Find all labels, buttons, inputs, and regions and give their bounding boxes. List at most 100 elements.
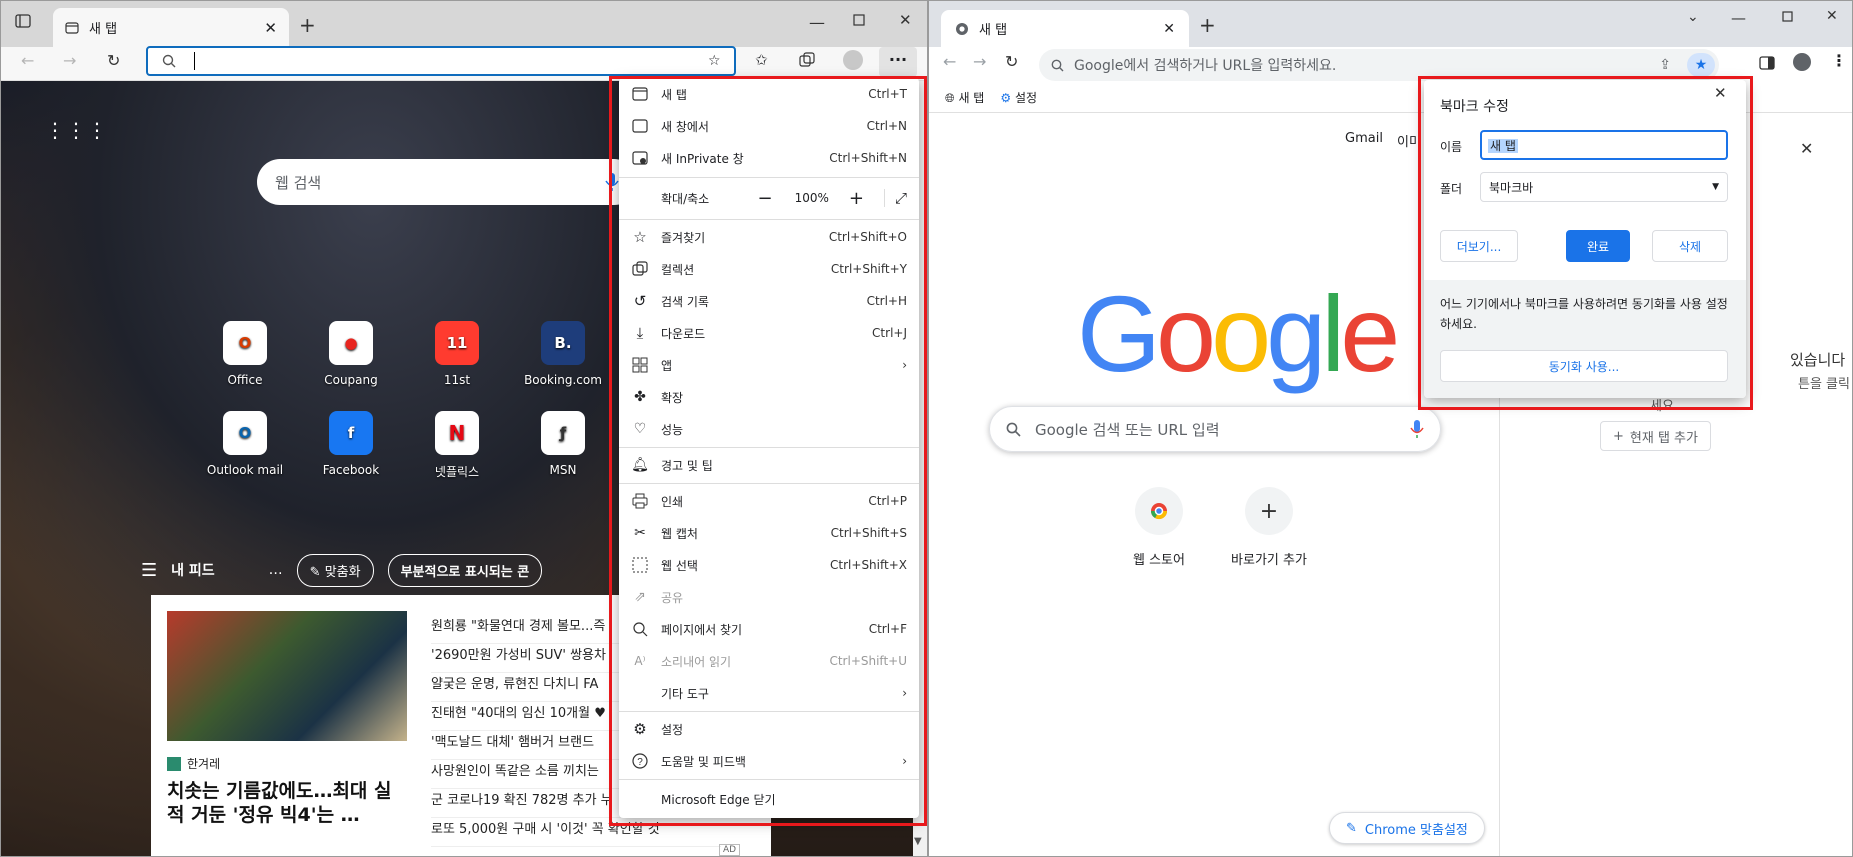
feed-title[interactable]: 내 피드 [171, 560, 215, 580]
minimize-icon[interactable]: — [809, 13, 825, 32]
tile-label: Facebook [322, 463, 380, 477]
list-item[interactable]: 진태현 "40대의 임신 10개월 ♥ [431, 702, 631, 731]
news-source: 한겨레 [167, 755, 220, 772]
forward-icon[interactable]: → [973, 52, 986, 71]
highlight-box-edge-menu [609, 76, 927, 826]
close-panel-icon[interactable]: ✕ [1800, 139, 1813, 158]
scroll-down-icon[interactable]: ▼ [914, 836, 922, 847]
tile-coupang[interactable]: ● Coupang [311, 321, 391, 387]
list-item[interactable]: '2690만원 가성비 SUV' 쌍용차 [431, 644, 631, 673]
microphone-icon[interactable] [1410, 419, 1424, 439]
more-menu-icon[interactable]: ⋮ [1831, 51, 1847, 70]
chrome-logo-icon [955, 22, 969, 36]
list-item[interactable]: 얄궂은 운명, 류현진 다치니 FA [431, 673, 631, 702]
maximize-icon[interactable] [853, 14, 865, 26]
partial-view-chip[interactable]: 부분적으로 표시되는 콘 [387, 553, 543, 587]
app-launcher-icon[interactable]: ⋮⋮⋮ [45, 120, 108, 140]
tile-label: 11st [443, 373, 471, 387]
tile-11st[interactable]: 11 11st [417, 321, 497, 387]
collections-icon[interactable] [799, 52, 815, 68]
news-list: 원희룡 "화물연대 경제 볼모...즉 '2690만원 가성비 SUV' 쌍용차… [431, 615, 721, 847]
tile-label: MSN [549, 463, 577, 477]
tile-label: Booking.com [524, 373, 602, 387]
plus-icon: + [1245, 487, 1293, 535]
bookmark-settings[interactable]: ⚙ 설정 [1000, 89, 1037, 106]
personalize-chip[interactable]: ✎ 맞춤화 [296, 553, 374, 587]
tile-office[interactable]: O Office [205, 321, 285, 387]
google-search-box[interactable]: Google 검색 또는 URL 입력 [989, 406, 1441, 452]
search-icon [1006, 422, 1021, 437]
shortcut-web-store[interactable]: 웹 스토어 [1109, 487, 1209, 568]
source-name: 한겨레 [187, 757, 221, 771]
add-current-tab-button[interactable]: + 현재 탭 추가 [1600, 421, 1711, 451]
close-window-icon[interactable]: ✕ [899, 11, 912, 29]
side-panel-icon[interactable] [1759, 55, 1775, 71]
close-tab-icon[interactable]: ✕ [1163, 21, 1175, 37]
close-tab-icon[interactable]: ✕ [264, 19, 277, 37]
pencil-icon: ✎ [1346, 820, 1357, 836]
tab-search-chevron-icon[interactable]: ⌄ [1687, 9, 1699, 25]
edge-address-bar[interactable]: ☆ [146, 46, 736, 76]
forward-icon[interactable]: → [63, 51, 76, 70]
edge-web-search[interactable]: 웹 검색 [257, 159, 637, 205]
gmail-link[interactable]: Gmail [1345, 131, 1383, 146]
close-window-icon[interactable]: ✕ [1826, 8, 1838, 24]
msn-icon: ƒ [541, 411, 585, 455]
share-icon[interactable]: ⇪ [1659, 57, 1671, 73]
refresh-icon[interactable]: ↻ [107, 51, 120, 70]
news-image[interactable] [167, 611, 407, 741]
shortcut-label: 웹 스토어 [1133, 553, 1185, 568]
tile-netflix[interactable]: N 넷플릭스 [417, 411, 497, 480]
outlook-icon: O [223, 411, 267, 455]
search-placeholder: Google 검색 또는 URL 입력 [1035, 420, 1220, 439]
google-logo: Google [1077, 273, 1400, 394]
refresh-icon[interactable]: ↻ [1005, 52, 1018, 71]
netflix-icon: N [435, 411, 479, 455]
chrome-tab-new[interactable]: 새 탭 ✕ [941, 10, 1189, 47]
favorites-icon[interactable]: ✩ [755, 51, 768, 69]
news-headline[interactable]: 치솟는 기름값에도…최대 실적 거둔 '정유 빅4'는 … [167, 779, 407, 827]
shortcut-add[interactable]: + 바로가기 추가 [1219, 487, 1319, 568]
search-icon [1051, 59, 1064, 72]
coupang-icon: ● [329, 321, 373, 365]
tile-booking[interactable]: B. Booking.com [523, 321, 603, 387]
tile-facebook[interactable]: f Facebook [311, 411, 391, 477]
back-icon[interactable]: ← [943, 52, 956, 71]
edge-tab-new[interactable]: 새 탭 ✕ [53, 8, 289, 47]
feed-more-icon[interactable]: … [269, 562, 283, 578]
new-tab-plus-icon[interactable]: + [299, 13, 316, 37]
omnibox-placeholder: Google에서 검색하거나 URL을 입력하세요. [1074, 58, 1337, 74]
tile-msn[interactable]: ƒ MSN [523, 411, 603, 477]
profile-avatar[interactable] [1793, 53, 1811, 71]
hamburger-icon[interactable]: ☰ [141, 560, 157, 581]
settings-more-icon[interactable]: ··· [879, 47, 917, 77]
chip-label: 맞춤화 [324, 564, 361, 580]
back-icon[interactable]: ← [21, 51, 34, 70]
feed-bar: ☰ 내 피드 … ✎ 맞춤화 부분적으로 표시되는 콘 [141, 553, 621, 587]
minimize-icon[interactable]: — [1731, 9, 1746, 27]
tile-outlook[interactable]: O Outlook mail [205, 411, 285, 477]
search-icon [162, 54, 176, 68]
list-item[interactable]: 원희룡 "화물연대 경제 볼모...즉 [431, 615, 631, 644]
booking-icon: B. [541, 321, 585, 365]
panel-text-2: 튼을 클릭 [1798, 377, 1850, 392]
11st-icon: 11 [435, 321, 479, 365]
new-tab-plus-icon[interactable]: + [1199, 13, 1216, 37]
plus-icon: + [1613, 428, 1624, 444]
customize-chrome-button[interactable]: ✎ Chrome 맞춤설정 [1329, 812, 1485, 844]
bookmark-label: 설정 [1014, 91, 1038, 105]
button-label: 현재 탭 추가 [1629, 430, 1698, 446]
bookmark-star-icon[interactable]: ★ [1687, 53, 1715, 77]
tab-actions-icon[interactable] [15, 13, 31, 29]
maximize-icon[interactable] [1782, 11, 1793, 22]
profile-avatar[interactable] [843, 50, 863, 70]
panel-text-1: 있습니다 [1790, 351, 1846, 369]
bookmark-new-tab[interactable]: 🌐︎ 새 탭 [945, 89, 984, 106]
list-item[interactable]: 사망원인이 똑같은 소름 끼치는 [431, 760, 631, 789]
list-item[interactable]: 군 코로나19 확진 782명 추가 누 [431, 789, 631, 818]
globe-icon: 🌐︎ [945, 91, 955, 105]
office-icon: O [223, 321, 267, 365]
add-favorite-icon[interactable]: ☆ [708, 53, 721, 69]
shortcut-label: 바로가기 추가 [1231, 553, 1307, 568]
list-item[interactable]: '맥도날드 대체' 햄버거 브랜드 [431, 731, 631, 760]
